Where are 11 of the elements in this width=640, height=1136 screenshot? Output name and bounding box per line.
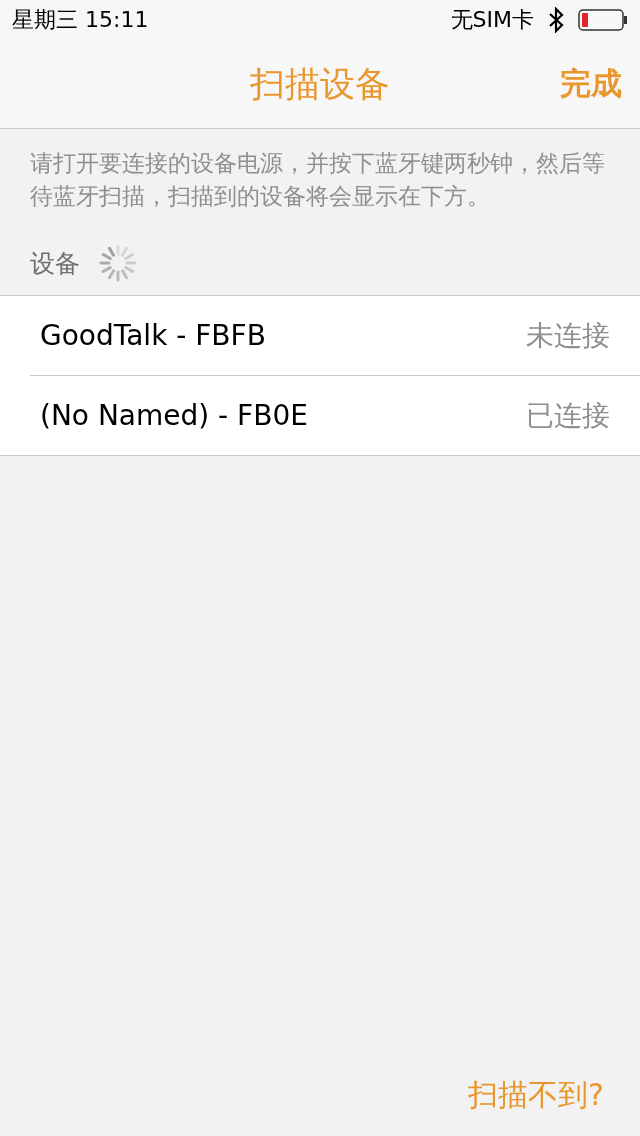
device-name[interactable]: (No Named) - FB0E bbox=[40, 399, 308, 432]
device-name[interactable]: GoodTalk - FBFB bbox=[40, 319, 266, 352]
carrier-label: 无SIM卡 bbox=[450, 6, 534, 34]
connection-status: 未连接 bbox=[526, 317, 610, 354]
nav-title: 扫描设备 bbox=[250, 62, 390, 106]
status-time: 星期三 15:11 bbox=[12, 6, 149, 34]
connection-status: 已连接 bbox=[526, 397, 610, 434]
section-header: 设备 bbox=[30, 247, 80, 280]
battery-icon bbox=[578, 9, 628, 31]
instruction-text: 请打开要连接的设备电源，并按下蓝牙键两秒钟，然后等待蓝牙扫描，扫描到的设备将会显示在下方。 bbox=[30, 149, 606, 211]
bluetooth-icon bbox=[548, 7, 564, 33]
